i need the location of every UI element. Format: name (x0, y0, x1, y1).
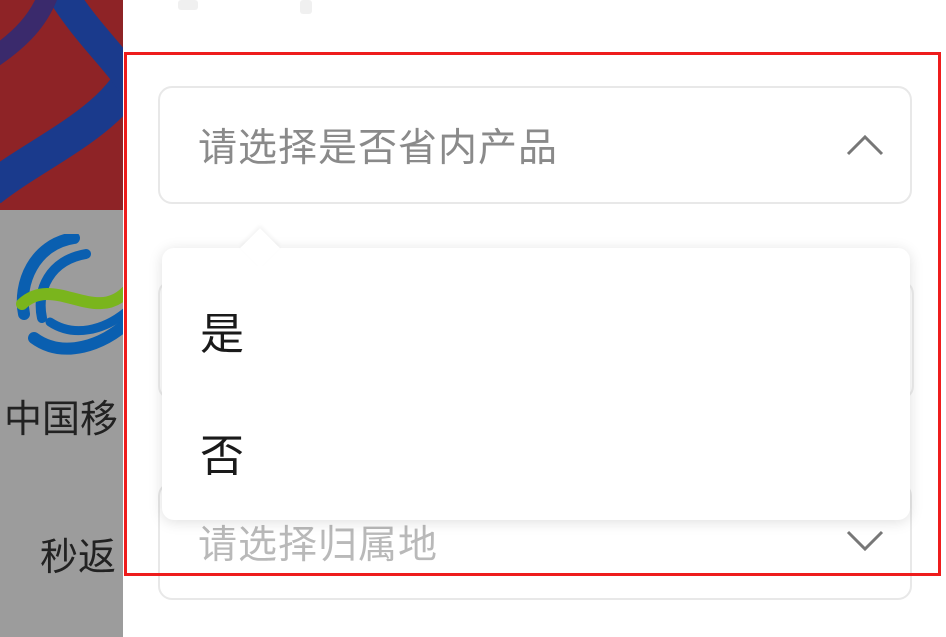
top-ghost-icons (178, 0, 312, 14)
cashback-text: 秒返 (40, 535, 117, 579)
banner-image (0, 0, 123, 210)
option-yes[interactable]: 是 (200, 298, 244, 362)
background-page: 中国移 秒返 (0, 0, 123, 637)
region-select-placeholder: 请选择归属地 (198, 523, 439, 568)
brand-name-text: 中国移 (4, 397, 119, 441)
province-product-select[interactable]: 请选择是否省内产品 (158, 86, 912, 204)
province-select-placeholder: 请选择是否省内产品 (198, 126, 559, 171)
province-options-dropdown: 是 否 (162, 228, 910, 520)
chevron-up-icon[interactable] (846, 134, 884, 156)
china-mobile-logo-icon (14, 232, 123, 366)
chevron-down-icon[interactable] (846, 529, 884, 551)
option-no[interactable]: 否 (200, 420, 244, 484)
